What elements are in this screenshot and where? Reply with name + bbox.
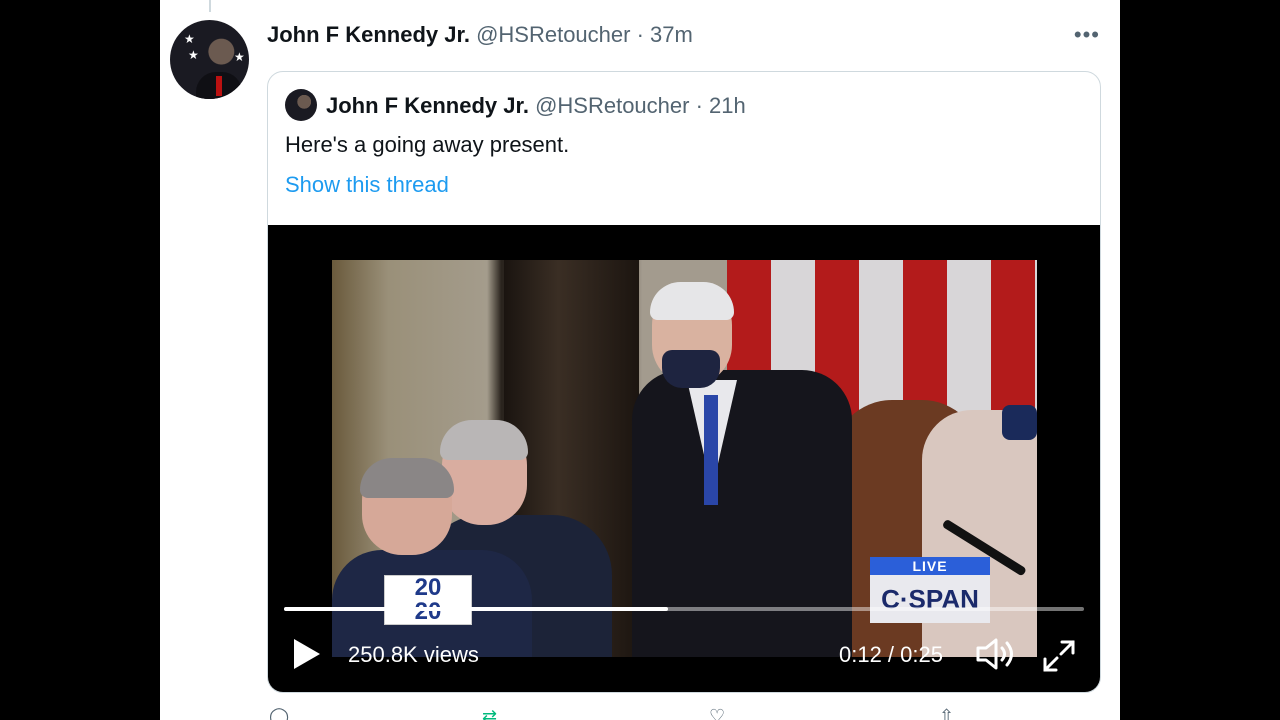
quoted-text: Here's a going away present. — [285, 132, 570, 157]
quoted-author-name: John F Kennedy Jr. — [326, 93, 529, 118]
fullscreen-icon[interactable] — [1042, 639, 1076, 673]
retweet-icon[interactable]: ⇄ — [482, 706, 497, 720]
video-frame[interactable]: 20 20 LIVE C·SPAN — [332, 260, 1037, 657]
avatar-tie — [216, 76, 222, 96]
quoted-time: 21h — [709, 93, 746, 118]
logo-2020: 20 20 — [384, 575, 472, 625]
volume-icon[interactable] — [974, 636, 1018, 672]
mask — [1002, 405, 1037, 440]
play-icon[interactable] — [294, 639, 320, 669]
person-center — [632, 370, 852, 657]
thread-connector — [209, 0, 211, 12]
view-count: 250.8K views — [348, 642, 479, 667]
tie — [704, 395, 718, 505]
tweet-time[interactable]: 37m — [650, 22, 693, 47]
tweet-panel: ★ ★ ★ John F Kennedy Jr. @HSRetoucher · … — [160, 0, 1120, 720]
author-avatar[interactable]: ★ ★ ★ — [170, 20, 249, 99]
tweet-actions: ◯ ⇄ ♡ ⇧ — [267, 706, 1047, 720]
cspan-bug: LIVE C·SPAN — [870, 557, 990, 625]
more-icon[interactable]: ••• — [1074, 22, 1100, 48]
progress-fill — [284, 607, 668, 611]
hair — [440, 420, 528, 460]
tweet-header: John F Kennedy Jr. @HSRetoucher · 37m — [267, 22, 693, 48]
hair — [650, 282, 734, 320]
star-icon: ★ — [234, 50, 245, 64]
like-icon[interactable]: ♡ — [709, 706, 725, 720]
logo-2020-line2: 20 — [414, 598, 442, 625]
quoted-avatar[interactable] — [285, 89, 317, 121]
quoted-header: John F Kennedy Jr. @HSRetoucher · 21h — [326, 93, 746, 119]
logo-2020-line1: 20 — [414, 574, 442, 601]
show-thread-link[interactable]: Show this thread — [285, 172, 449, 198]
author-name[interactable]: John F Kennedy Jr. — [267, 22, 470, 47]
quoted-author-handle: @HSRetoucher — [535, 93, 690, 118]
mask — [662, 350, 720, 388]
live-label: LIVE — [870, 557, 990, 575]
share-icon[interactable]: ⇧ — [939, 706, 954, 720]
progress-bar[interactable] — [284, 607, 1084, 611]
video-player[interactable]: 20 20 LIVE C·SPAN 250.8K views 0:12 / 0:… — [268, 225, 1100, 692]
star-icon: ★ — [184, 32, 195, 46]
hair — [360, 458, 454, 498]
quoted-tweet[interactable]: John F Kennedy Jr. @HSRetoucher · 21h He… — [267, 71, 1101, 693]
star-icon: ★ — [188, 48, 199, 62]
time-display: 0:12 / 0:25 — [839, 642, 943, 667]
network-label: C·SPAN — [870, 575, 990, 623]
separator-dot: · — [636, 22, 644, 47]
author-handle[interactable]: @HSRetoucher — [476, 22, 630, 47]
reply-icon[interactable]: ◯ — [269, 706, 289, 720]
separator-dot: · — [695, 93, 703, 118]
